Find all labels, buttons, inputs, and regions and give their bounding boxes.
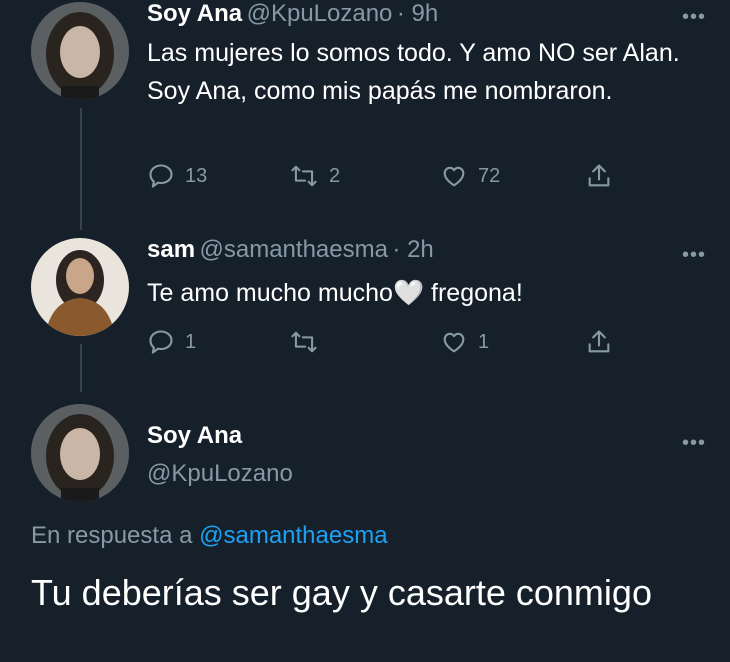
reply-context: En respuesta a @samanthaesma bbox=[31, 522, 388, 550]
reply-icon bbox=[149, 330, 173, 354]
retweet-count: 2 bbox=[329, 164, 341, 187]
share-icon bbox=[588, 330, 610, 353]
tweet-text: Las mujeres lo somos todo. Y amo NO ser … bbox=[147, 39, 680, 105]
more-icon[interactable]: ••• bbox=[682, 245, 706, 265]
reply-button[interactable]: 13 bbox=[147, 162, 207, 190]
retweet-icon bbox=[291, 331, 317, 353]
reply-to-link[interactable]: @samanthaesma bbox=[199, 522, 387, 549]
like-button[interactable]: 72 bbox=[440, 162, 500, 190]
author-handle[interactable]: @KpuLozano bbox=[247, 0, 393, 27]
thread-line bbox=[80, 344, 82, 392]
reply-count: 1 bbox=[185, 330, 197, 353]
author-name[interactable]: Soy Ana bbox=[147, 422, 242, 450]
white-heart-emoji: 🤍 bbox=[392, 279, 425, 307]
main-tweet-text: Tu deberías ser gay y casarte conmigo bbox=[31, 572, 652, 613]
tweet-text-part: fregona! bbox=[424, 279, 523, 307]
tweet-time[interactable]: · 2h bbox=[392, 236, 433, 263]
share-button[interactable] bbox=[585, 162, 613, 190]
avatar-image bbox=[31, 238, 129, 336]
author-handle[interactable]: @KpuLozano bbox=[147, 460, 293, 488]
avatar-image bbox=[31, 404, 129, 502]
tweet-actions: 1 1 bbox=[147, 328, 627, 358]
like-button[interactable]: 1 bbox=[440, 328, 489, 356]
retweet-icon bbox=[291, 165, 317, 187]
tweet-actions: 13 2 72 bbox=[147, 162, 627, 192]
like-icon bbox=[443, 166, 465, 187]
thread-line bbox=[80, 108, 82, 230]
tweet-text: Te amo mucho mucho🤍 fregona! bbox=[147, 274, 707, 312]
like-count: 72 bbox=[478, 164, 501, 187]
reply-prefix: En respuesta a bbox=[31, 522, 193, 549]
avatar[interactable] bbox=[31, 238, 129, 336]
retweet-button[interactable] bbox=[289, 328, 329, 356]
more-icon[interactable]: ••• bbox=[682, 433, 706, 453]
avatar[interactable] bbox=[31, 2, 129, 100]
more-icon[interactable]: ••• bbox=[682, 7, 706, 27]
retweet-button[interactable]: 2 bbox=[289, 162, 340, 190]
reply-button[interactable]: 1 bbox=[147, 328, 196, 356]
reply-count: 13 bbox=[185, 164, 208, 187]
tweet-time[interactable]: · 9h bbox=[397, 0, 438, 27]
tweet-text-part: Te amo mucho mucho bbox=[147, 279, 393, 307]
author-name[interactable]: sam bbox=[147, 236, 195, 263]
author-name[interactable]: Soy Ana bbox=[147, 0, 242, 27]
reply-icon bbox=[149, 164, 173, 188]
share-button[interactable] bbox=[585, 328, 613, 356]
avatar-image bbox=[31, 2, 129, 100]
author-handle[interactable]: @samanthaesma bbox=[200, 236, 388, 263]
like-count: 1 bbox=[478, 330, 490, 353]
avatar[interactable] bbox=[31, 404, 129, 502]
share-icon bbox=[588, 164, 610, 187]
like-icon bbox=[443, 332, 465, 353]
